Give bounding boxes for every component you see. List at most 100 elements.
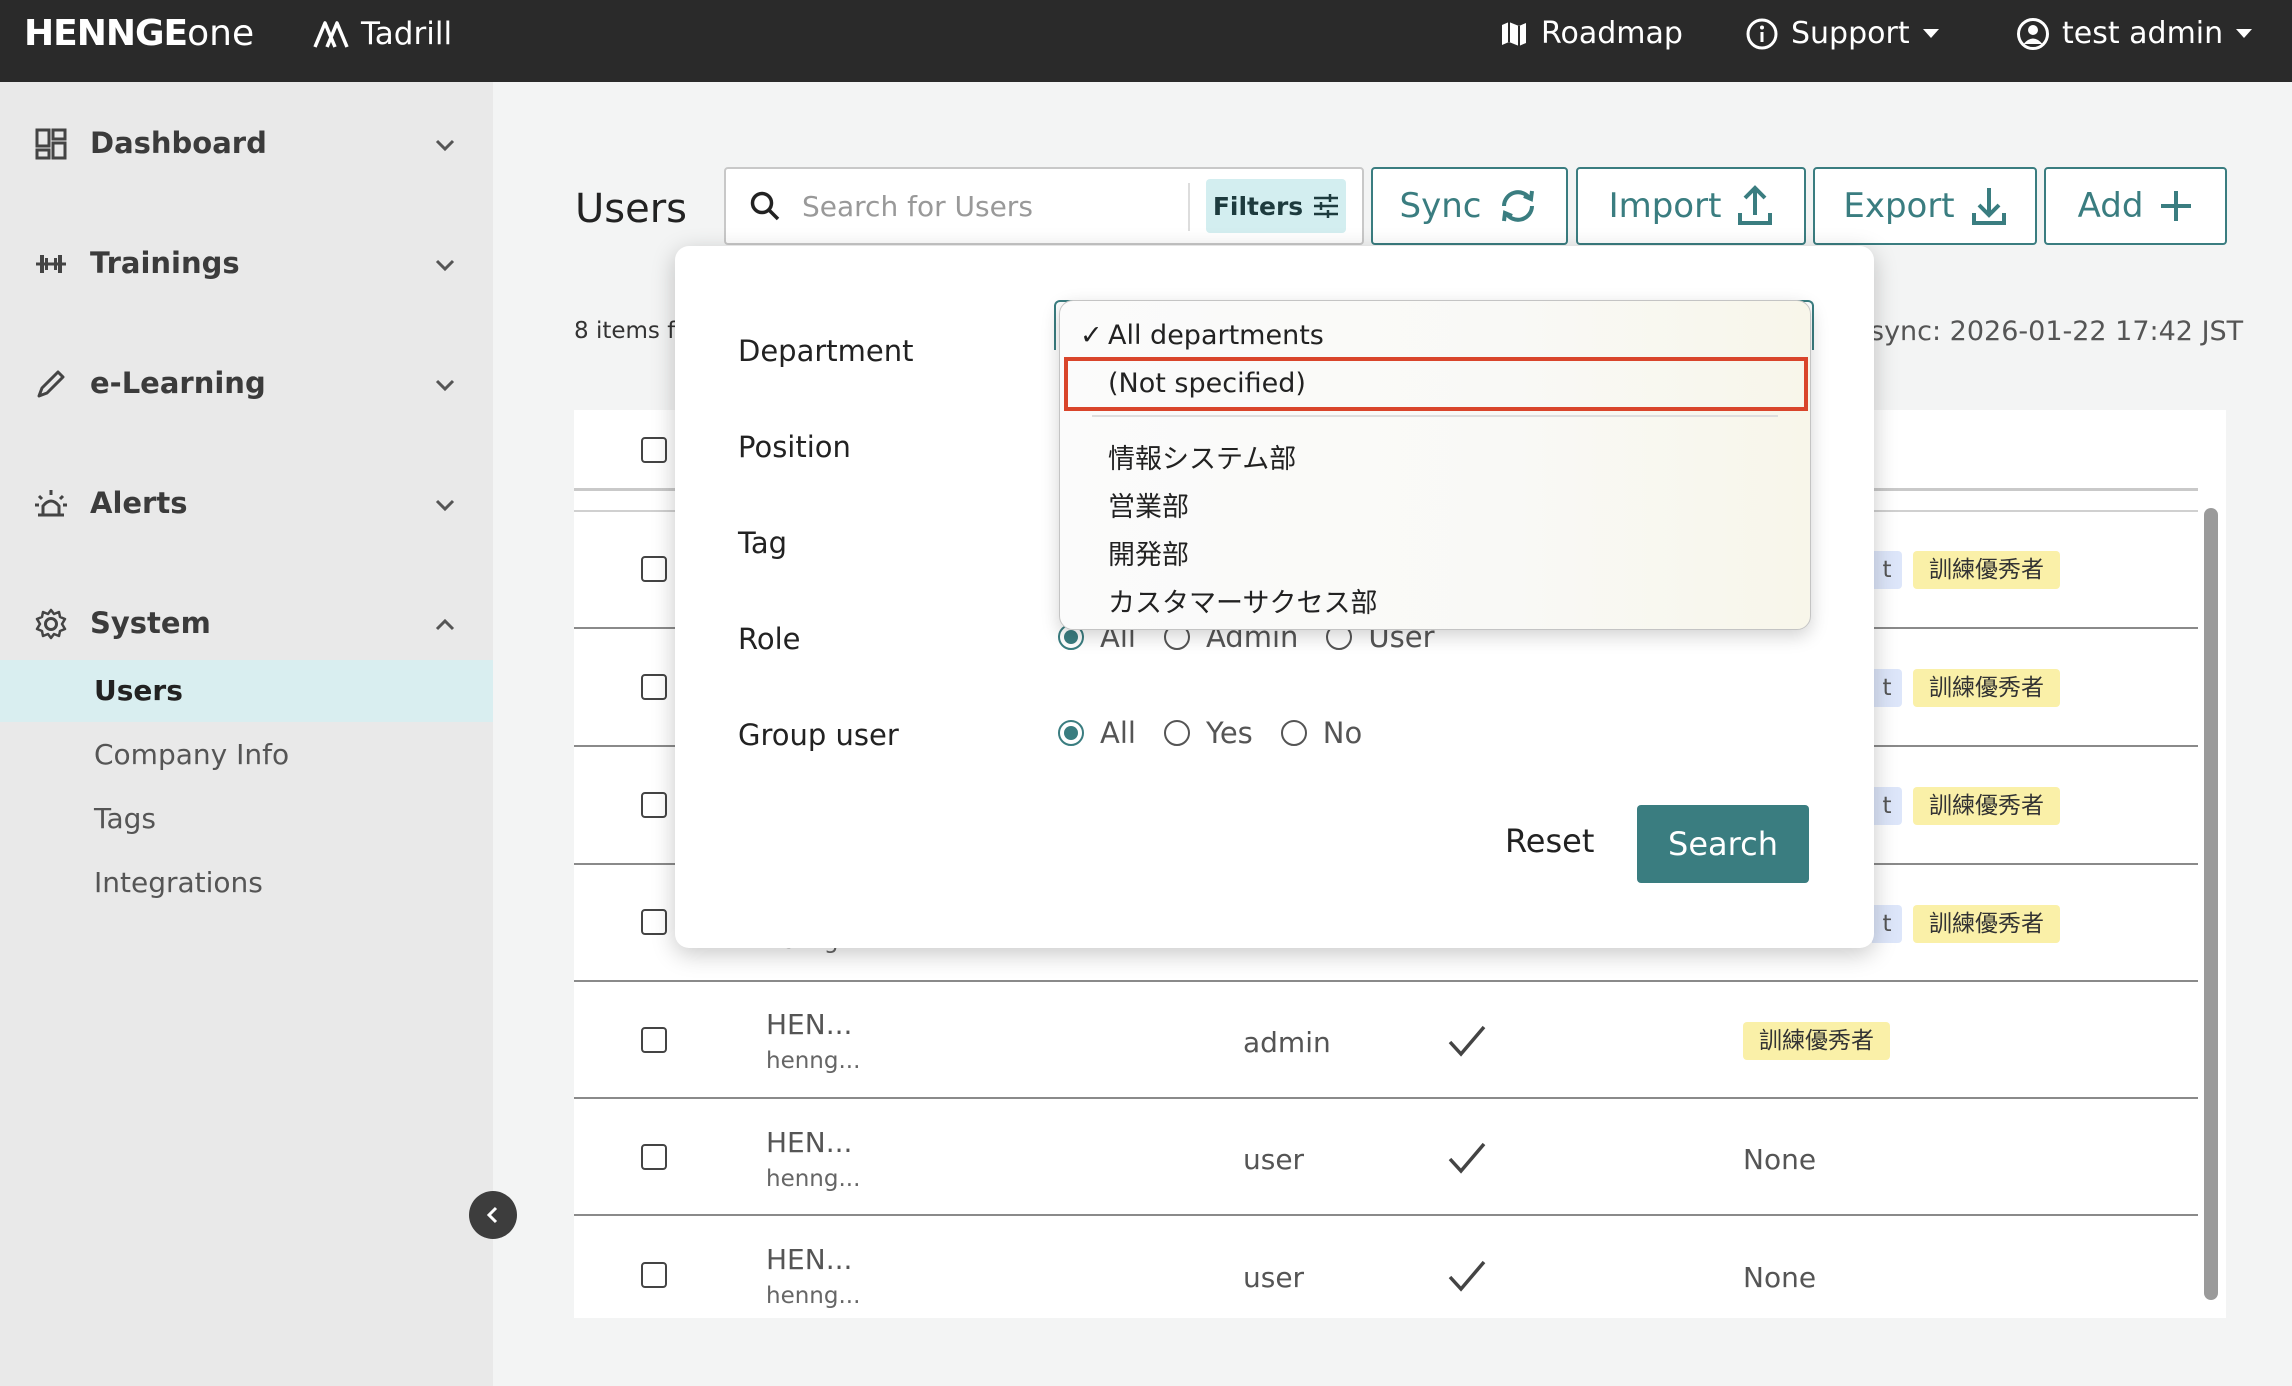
user-search-box: Filters: [724, 167, 1364, 245]
tag-badge-blue: t: [1872, 787, 1902, 825]
department-label: Department: [738, 334, 914, 368]
pencil-icon: [37, 370, 65, 398]
chevron-down-icon: [435, 139, 455, 152]
user-name: HEN...: [766, 1126, 853, 1159]
group-user-yes-radio[interactable]: [1163, 720, 1190, 746]
dept-option-sales[interactable]: 営業部: [1108, 485, 1189, 524]
tadrill-logo[interactable]: Tadrill: [313, 16, 452, 52]
user-role: admin: [1243, 1026, 1331, 1059]
map-icon: [1502, 21, 1526, 46]
sidebar-group-dashboard[interactable]: Dashboard: [0, 108, 493, 178]
user-circle-icon: [2017, 17, 2049, 50]
tag-label: Tag: [738, 526, 788, 560]
row-divider: [574, 1097, 2198, 1099]
user-email: henng...: [766, 1048, 861, 1074]
sidebar-group-trainings[interactable]: Trainings: [0, 228, 493, 298]
group-user-radio-group: All Yes No: [1058, 716, 1390, 750]
chevron-down-icon: [435, 379, 455, 392]
dept-option-info-systems[interactable]: 情報システム部: [1108, 437, 1296, 476]
dept-option-customer-success[interactable]: カスタマーサクセス部: [1108, 581, 1377, 620]
highlight-box: [1064, 357, 1808, 411]
dept-option-development[interactable]: 開発部: [1108, 533, 1189, 572]
user-email: henng...: [766, 1166, 861, 1192]
search-button[interactable]: Search: [1637, 805, 1809, 883]
checkmark-icon: [1448, 1025, 1486, 1057]
position-label: Position: [738, 430, 851, 464]
sidebar-item-integrations[interactable]: Integrations: [0, 852, 493, 914]
items-count: 8 items fo: [574, 318, 690, 344]
sidebar-group-system[interactable]: System: [0, 588, 493, 658]
search-input[interactable]: [802, 183, 1182, 229]
chevron-up-icon: [435, 618, 455, 631]
henngeone-logo[interactable]: HENNGEone: [24, 13, 254, 54]
role-label: Role: [738, 622, 801, 656]
search-divider: [1188, 183, 1190, 231]
user-role: user: [1243, 1261, 1305, 1294]
user-menu[interactable]: test admin: [2016, 16, 2253, 51]
alarm-icon: [35, 490, 67, 517]
filters-button[interactable]: Filters: [1206, 179, 1346, 233]
selected-checkmark-icon: ✓: [1080, 320, 1103, 351]
dumbbell-icon: [36, 255, 66, 273]
row-checkbox[interactable]: [641, 792, 667, 818]
tag-badge: 訓練優秀者: [1913, 905, 2060, 943]
gear-icon: [35, 608, 67, 640]
chevron-down-icon: [435, 499, 455, 512]
row-checkbox[interactable]: [641, 1027, 667, 1053]
add-button[interactable]: Add: [2044, 167, 2227, 245]
tag-badge: 訓練優秀者: [1743, 1022, 1890, 1060]
tag-badge: 訓練優秀者: [1913, 551, 2060, 589]
dept-option-all[interactable]: All departments: [1108, 320, 1324, 351]
user-role: user: [1243, 1143, 1305, 1176]
sidebar-item-users[interactable]: Users: [0, 660, 493, 722]
tadrill-icon: [313, 21, 349, 48]
sidebar-item-company-info[interactable]: Company Info: [0, 724, 493, 786]
sidebar-group-elearning[interactable]: e-Learning: [0, 348, 493, 418]
reset-button[interactable]: Reset: [1505, 822, 1594, 860]
group-user-no-radio[interactable]: [1280, 720, 1307, 746]
plus-icon: [2161, 191, 2192, 221]
tag-badge: 訓練優秀者: [1913, 787, 2060, 825]
user-email: henng...: [766, 1283, 861, 1309]
page-title: Users: [575, 186, 688, 232]
user-name: HEN...: [766, 1008, 853, 1041]
row-checkbox[interactable]: [641, 556, 667, 582]
support-menu[interactable]: Support: [1745, 16, 1940, 51]
row-divider: [574, 980, 2198, 982]
row-checkbox[interactable]: [641, 909, 667, 935]
user-name: HEN...: [766, 1243, 853, 1276]
checkmark-icon: [1448, 1142, 1486, 1174]
export-button[interactable]: Export: [1813, 167, 2037, 245]
row-checkbox[interactable]: [641, 1144, 667, 1170]
tag-badge-blue: t: [1872, 551, 1902, 589]
info-icon: [1746, 18, 1778, 49]
top-bar: HENNGEone Tadrill Roadmap Support test a…: [0, 0, 2292, 82]
caret-down-icon: [1922, 28, 1939, 38]
search-icon: [750, 191, 780, 221]
download-icon: [1971, 188, 2006, 225]
sync-button[interactable]: Sync: [1371, 167, 1568, 245]
chevron-down-icon: [435, 259, 455, 272]
select-all-checkbox[interactable]: [641, 437, 667, 463]
chevron-left-icon: [486, 1206, 498, 1224]
group-user-label: Group user: [738, 718, 899, 752]
group-user-all-radio[interactable]: [1058, 720, 1084, 746]
sync-icon: [1502, 190, 1535, 222]
import-button[interactable]: Import: [1576, 167, 1806, 245]
row-checkbox[interactable]: [641, 1262, 667, 1288]
sidebar-item-tags[interactable]: Tags: [0, 788, 493, 850]
caret-down-icon: [2236, 28, 2253, 38]
last-sync-time: sync: 2026-01-22 17:42 JST: [1870, 316, 2244, 347]
row-checkbox[interactable]: [641, 674, 667, 700]
roadmap-link[interactable]: Roadmap: [1499, 16, 1683, 51]
tag-badge-blue: t: [1872, 905, 1902, 943]
sidebar-collapse-button[interactable]: [469, 1191, 517, 1239]
dropdown-separator: [1092, 415, 1778, 417]
sliders-icon: [1314, 194, 1339, 218]
user-tags: None: [1743, 1143, 1817, 1176]
table-scrollbar[interactable]: [2204, 508, 2218, 1300]
tag-badge-blue: t: [1872, 669, 1902, 707]
sidebar-group-alerts[interactable]: Alerts: [0, 468, 493, 538]
tag-badge: 訓練優秀者: [1913, 669, 2060, 707]
dashboard-icon: [35, 128, 67, 160]
